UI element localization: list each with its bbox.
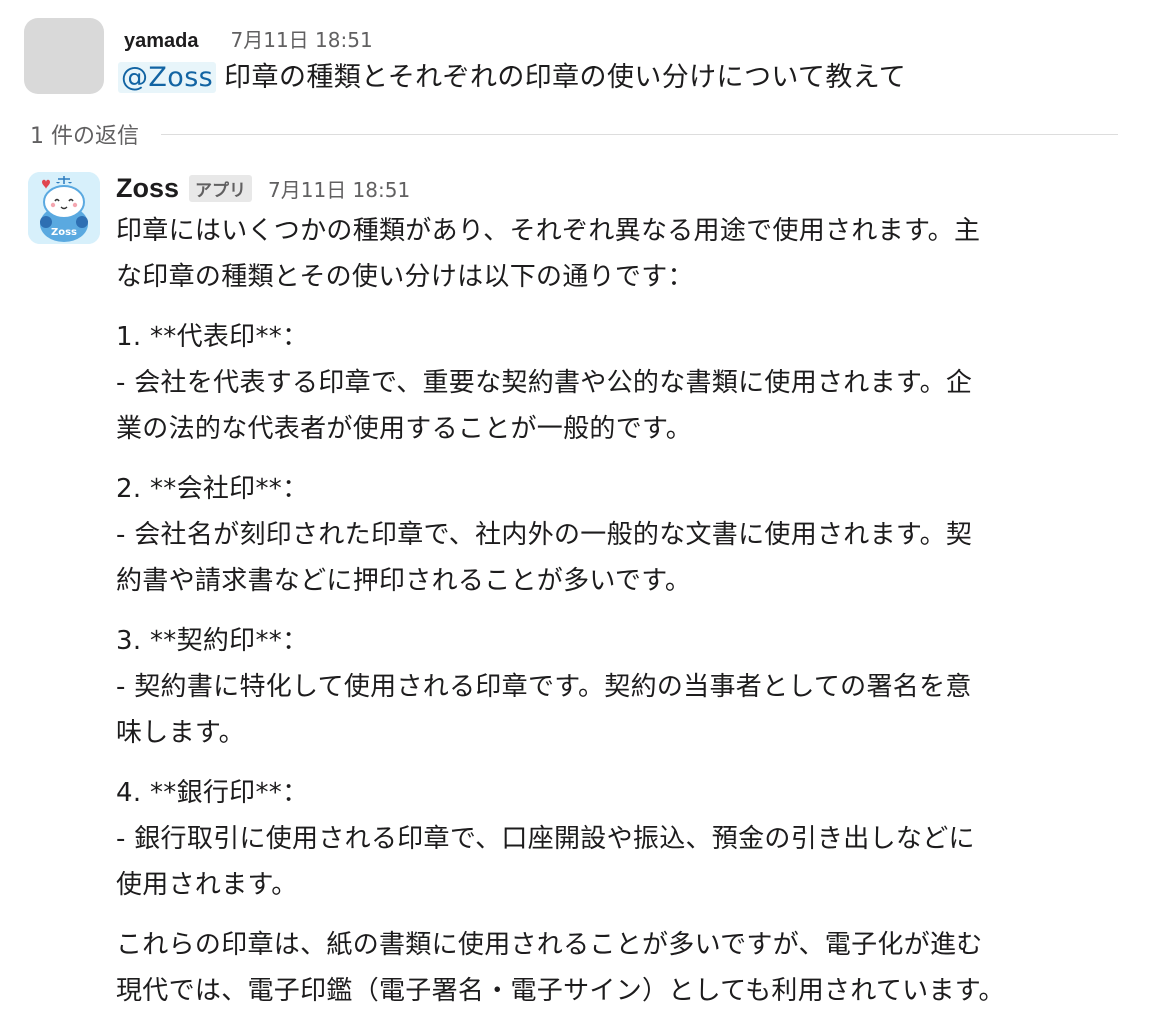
parent-message-content: 印章の種類とそれぞれの印章の使い分けについて教えて	[224, 62, 907, 93]
reply-line: 1. **代表印**：	[116, 322, 309, 352]
mention-link[interactable]: @Zoss	[118, 62, 217, 93]
reply-line: な印章の種類とその使い分けは以下の通りです：	[116, 262, 694, 292]
reply-line: - 会社を代表する印章で、重要な契約書や公的な書類に使用されます。企	[116, 368, 973, 398]
svg-text:Zoss: Zoss	[51, 227, 77, 238]
parent-message: yamada 7月11日 18:51 @Zoss 印章の種類とそれぞれの印章の使い…	[24, 18, 1134, 98]
parent-message-header: yamada 7月11日 18:51	[124, 24, 373, 54]
reply-line: - 契約書に特化して使用される印章です。契約の当事者としての署名を意	[116, 672, 972, 702]
reply-line: - 銀行取引に使用される印章で、口座開設や振込、預金の引き出しなどに	[116, 824, 975, 854]
reply-timestamp[interactable]: 7月11日 18:51	[268, 174, 410, 203]
reply-line: 3. **契約印**：	[116, 626, 309, 656]
reply-line: 使用されます。	[116, 870, 298, 900]
reply-line: 現代では、電子印鑑（電子署名・電子サイン）としても利用されています。	[116, 976, 1005, 1006]
reply-line: 印章にはいくつかの種類があり、それぞれ異なる用途で使用されます。主	[116, 216, 981, 246]
reply-divider: 1 件の返信	[30, 116, 1118, 152]
bot-name[interactable]: Zoss	[116, 173, 179, 204]
reply-message-text: 印章にはいくつかの種類があり、それぞれ異なる用途で使用されます。主 な印章の種類…	[116, 208, 1116, 1014]
reply-line: 4. **銀行印**：	[116, 778, 309, 808]
parent-message-text: @Zoss 印章の種類とそれぞれの印章の使い分けについて教えて	[118, 58, 906, 98]
message-timestamp[interactable]: 7月11日 18:51	[231, 24, 373, 53]
reply-message-header: Zoss アプリ 7月11日 18:51	[116, 170, 410, 206]
reply-line: 2. **会社印**：	[116, 474, 309, 504]
reply-line: これらの印章は、紙の書類に使用されることが多いですが、電子化が進む	[116, 930, 983, 960]
bot-avatar[interactable]: Zoss	[28, 172, 100, 244]
username[interactable]: yamada	[124, 30, 199, 53]
reply-line: 業の法的な代表者が使用することが一般的です。	[116, 414, 693, 444]
reply-line: - 会社名が刻印された印章で、社内外の一般的な文書に使用されます。契	[116, 520, 973, 550]
app-badge: アプリ	[189, 174, 253, 202]
divider-line	[161, 133, 1118, 135]
user-avatar[interactable]	[24, 18, 104, 94]
mascot-icon: Zoss	[28, 172, 100, 244]
reply-line: 味します。	[116, 718, 245, 748]
reply-line: 約書や請求書などに押印されることが多いです。	[116, 566, 692, 596]
reply-count: 1 件の返信	[30, 124, 139, 149]
